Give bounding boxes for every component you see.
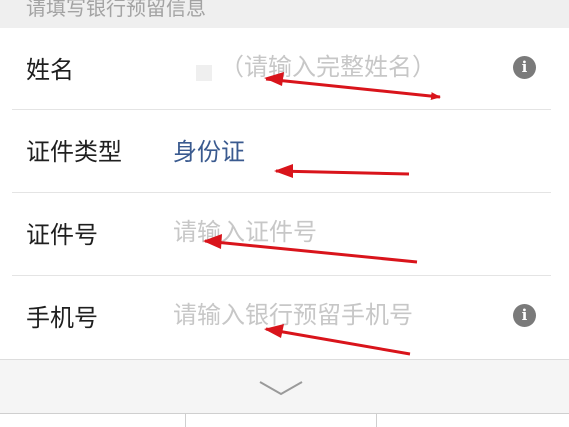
key-separator [376, 414, 377, 427]
id-number-input[interactable] [173, 215, 493, 249]
info-icon[interactable]: i [513, 304, 536, 327]
phone-row[interactable]: 手机号 i [0, 276, 569, 358]
id-type-label: 证件类型 [26, 138, 122, 166]
key-separator [185, 414, 186, 427]
form-card: 姓名 i 证件类型 身份证 证件号 手机号 i [0, 28, 569, 359]
masked-name-char [196, 65, 212, 81]
id-number-label: 证件号 [26, 221, 98, 249]
info-icon[interactable]: i [513, 56, 536, 79]
id-type-value[interactable]: 身份证 [173, 132, 493, 166]
keyboard-toolbar [0, 359, 569, 414]
keyboard-keys-row [0, 413, 569, 427]
name-label: 姓名 [26, 56, 74, 84]
phone-input[interactable] [173, 298, 493, 332]
section-title: 请填写银行预留信息 [26, 0, 206, 20]
id-number-row[interactable]: 证件号 [0, 193, 569, 275]
chevron-down-icon[interactable] [258, 380, 304, 396]
phone-label: 手机号 [26, 304, 98, 332]
id-type-row[interactable]: 证件类型 身份证 [0, 110, 569, 192]
bank-info-form-screen: 请填写银行预留信息 姓名 i 证件类型 身份证 证件号 手机号 i [0, 0, 569, 427]
name-row[interactable]: 姓名 i [0, 28, 569, 110]
name-input[interactable] [220, 50, 500, 84]
section-header: 请填写银行预留信息 [0, 0, 569, 28]
